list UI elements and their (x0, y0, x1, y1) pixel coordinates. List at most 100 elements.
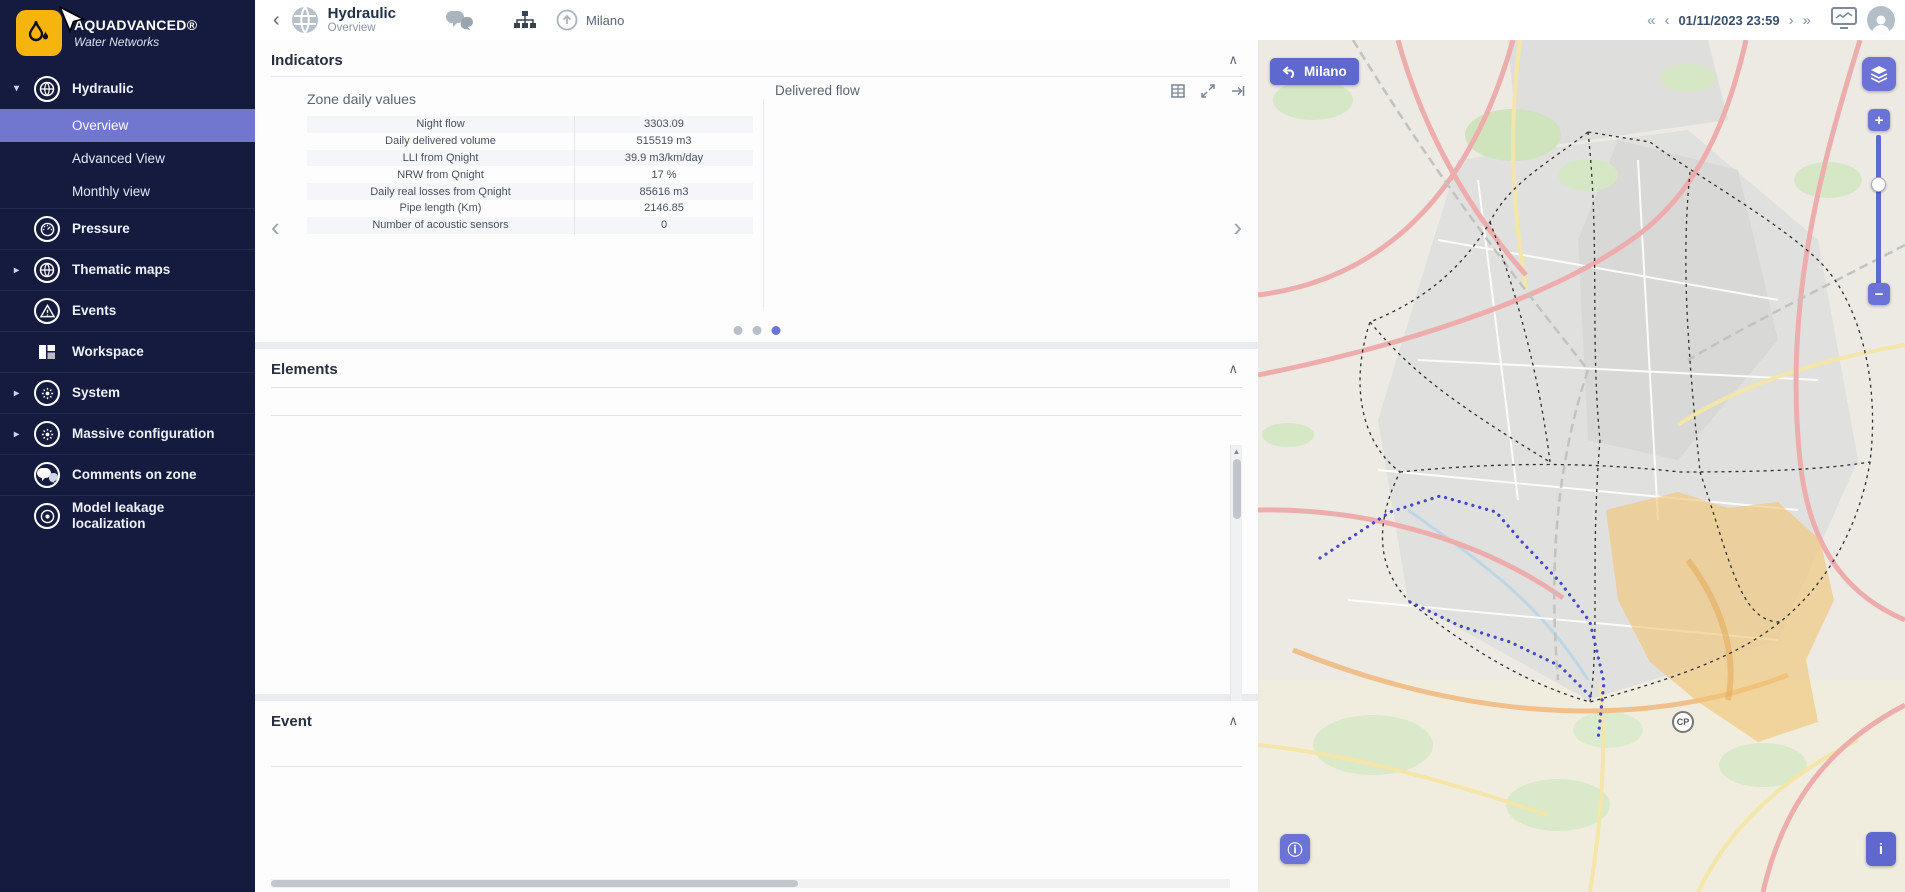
date-display[interactable]: 01/11/2023 23:59 (1678, 13, 1779, 28)
date-last-button[interactable]: » (1803, 12, 1811, 29)
sidebar: AQUADVANCED® Water Networks ▾Hydraulic Ov… (0, 0, 255, 892)
zones-vertical-scrollbar[interactable]: ▲ (1230, 445, 1242, 713)
sitemap-icon[interactable] (514, 11, 536, 29)
sidebar-item-system[interactable]: ▸ System (0, 372, 255, 413)
utility-marker-icon[interactable]: CP (1672, 711, 1694, 733)
zone-value: 17 % (575, 169, 753, 181)
sidebar-item-pressure[interactable]: Pressure (0, 208, 255, 249)
zone-value-row: Night flow3303.09 (307, 116, 753, 133)
gear-icon (34, 421, 60, 447)
layers-icon (1870, 65, 1888, 83)
sidebar-item-overview[interactable]: Overview (0, 109, 255, 142)
context-location: Milano (586, 13, 624, 28)
zone-values-table: Night flow3303.09Daily delivered volume5… (307, 116, 753, 234)
map-zoom-track[interactable] (1876, 135, 1881, 285)
zone-panel-title: Zone daily values (307, 91, 753, 107)
sidebar-item-label: Model leakage localization (72, 500, 232, 531)
zone-value-label: Daily delivered volume (307, 133, 575, 150)
zone-value: 0 (575, 219, 753, 231)
sidebar-item-label: Events (72, 303, 116, 319)
event-collapse-chevron-icon[interactable]: ∧ (1224, 713, 1242, 729)
sidebar-item-label: System (72, 385, 120, 401)
map-basemap (1258, 40, 1905, 892)
zone-value-row: LLI from Qnight39.9 m3/km/day (307, 150, 753, 167)
sidebar-item-advanced-view[interactable]: Advanced View (0, 142, 255, 175)
carousel-dot-2[interactable] (752, 326, 761, 335)
carousel-dot-1[interactable] (733, 326, 742, 335)
chevron-right-icon[interactable]: ▸ (14, 388, 34, 399)
carousel-next-chevron-icon[interactable]: › (1233, 212, 1242, 243)
up-circle-icon[interactable] (556, 9, 578, 31)
zones-table-header (271, 388, 1242, 416)
date-next-button[interactable]: › (1789, 12, 1794, 29)
zone-value-row: NRW from Qnight17 % (307, 166, 753, 183)
map-info-button-left[interactable]: ⓘ (1280, 834, 1310, 864)
chart-legend-swatch[interactable] (1006, 100, 1015, 109)
sidebar-item-monthly-view[interactable]: Monthly view (0, 175, 255, 208)
app-brand: AQUADVANCED® (74, 17, 197, 33)
map-layers-button[interactable] (1862, 57, 1896, 91)
zone-daily-values-panel: Zone daily values Night flow3303.09Daily… (307, 91, 753, 234)
sidebar-item-hydraulic[interactable]: ▾Hydraulic (0, 68, 255, 109)
event-title: Event (271, 713, 312, 730)
chart-expand-icon[interactable] (1201, 84, 1215, 98)
map-back-button[interactable]: Milano (1270, 58, 1359, 85)
comments-icon (34, 462, 60, 488)
hydraulic-globe-icon (290, 5, 320, 35)
zones-table (271, 388, 1242, 416)
monitor-chart-icon[interactable] (1831, 7, 1857, 34)
sidebar-item-label: Advanced View (72, 151, 165, 167)
event-table-header (271, 739, 1242, 767)
sidebar-item-label: Overview (72, 118, 128, 134)
indicators-title: Indicators (271, 52, 343, 69)
water-drop-icon (24, 18, 54, 48)
chart-export-icon[interactable] (1231, 84, 1245, 98)
zone-value-label: Number of acoustic sensors (307, 217, 575, 234)
sidebar-item-comments-on-zone[interactable]: Comments on zone (0, 454, 255, 495)
map-zoom-slider[interactable] (1871, 177, 1886, 192)
chevron-down-icon[interactable]: ▾ (14, 83, 34, 94)
map-area[interactable]: Milano + − ⓘ i CP (1258, 40, 1905, 892)
gauge-icon (34, 216, 60, 242)
comments-icon[interactable] (444, 9, 474, 31)
chevron-right-icon[interactable]: ▸ (14, 265, 34, 276)
chart-table-view-icon[interactable] (1171, 84, 1185, 98)
map-zoom-out-button[interactable]: − (1868, 283, 1890, 305)
sidebar-item-label: Massive configuration (72, 426, 215, 442)
elements-collapse-chevron-icon[interactable]: ∧ (1224, 361, 1242, 377)
sidebar-item-label: Thematic maps (72, 262, 170, 278)
map-info-button-right[interactable]: i (1866, 832, 1896, 866)
delivered-flow-panel: Delivered flow (775, 83, 1245, 109)
sidebar-item-workspace[interactable]: Workspace (0, 331, 255, 372)
page-subtitle: Overview (328, 22, 396, 34)
chevron-right-icon[interactable]: ▸ (14, 429, 34, 440)
gear-icon (34, 380, 60, 406)
globe-icon (34, 257, 60, 283)
back-chevron-icon[interactable]: ‹ (263, 9, 290, 32)
app-brand-sub: Water Networks (74, 35, 197, 49)
return-arrow-icon (1282, 66, 1296, 78)
date-first-button[interactable]: « (1647, 12, 1655, 29)
date-prev-button[interactable]: ‹ (1664, 12, 1669, 29)
sidebar-item-massive-configuration[interactable]: ▸ Massive configuration (0, 413, 255, 454)
topbar: ‹ Hydraulic Overview Milano « ‹ 01/11/20… (255, 0, 1905, 40)
map-zoom-in-button[interactable]: + (1868, 109, 1890, 131)
carousel-dots (733, 326, 780, 335)
elements-title: Elements (271, 361, 338, 378)
carousel-dot-3[interactable] (771, 326, 780, 335)
sidebar-item-thematic-maps[interactable]: ▸ Thematic maps (0, 249, 255, 290)
carousel-prev-chevron-icon[interactable]: ‹ (271, 212, 280, 243)
zone-value: 3303.09 (575, 118, 753, 130)
sidebar-item-events[interactable]: Events (0, 290, 255, 331)
zone-value-label: LLI from Qnight (307, 150, 575, 167)
user-avatar[interactable] (1867, 6, 1895, 34)
map-back-label: Milano (1304, 64, 1347, 79)
sidebar-item-label: Monthly view (72, 184, 150, 200)
zone-value-row: Daily real losses from Qnight85616 m3 (307, 183, 753, 200)
content-column: Indicators ∧ ‹ Zone daily values Night f… (255, 40, 1258, 892)
sidebar-item-model-leakage-localization[interactable]: Model leakage localization (0, 495, 255, 536)
page-title: Hydraulic (328, 6, 396, 22)
event-horizontal-scrollbar[interactable] (271, 879, 1230, 888)
zone-value-label: Daily real losses from Qnight (307, 183, 575, 200)
indicators-collapse-chevron-icon[interactable]: ∧ (1224, 52, 1242, 68)
